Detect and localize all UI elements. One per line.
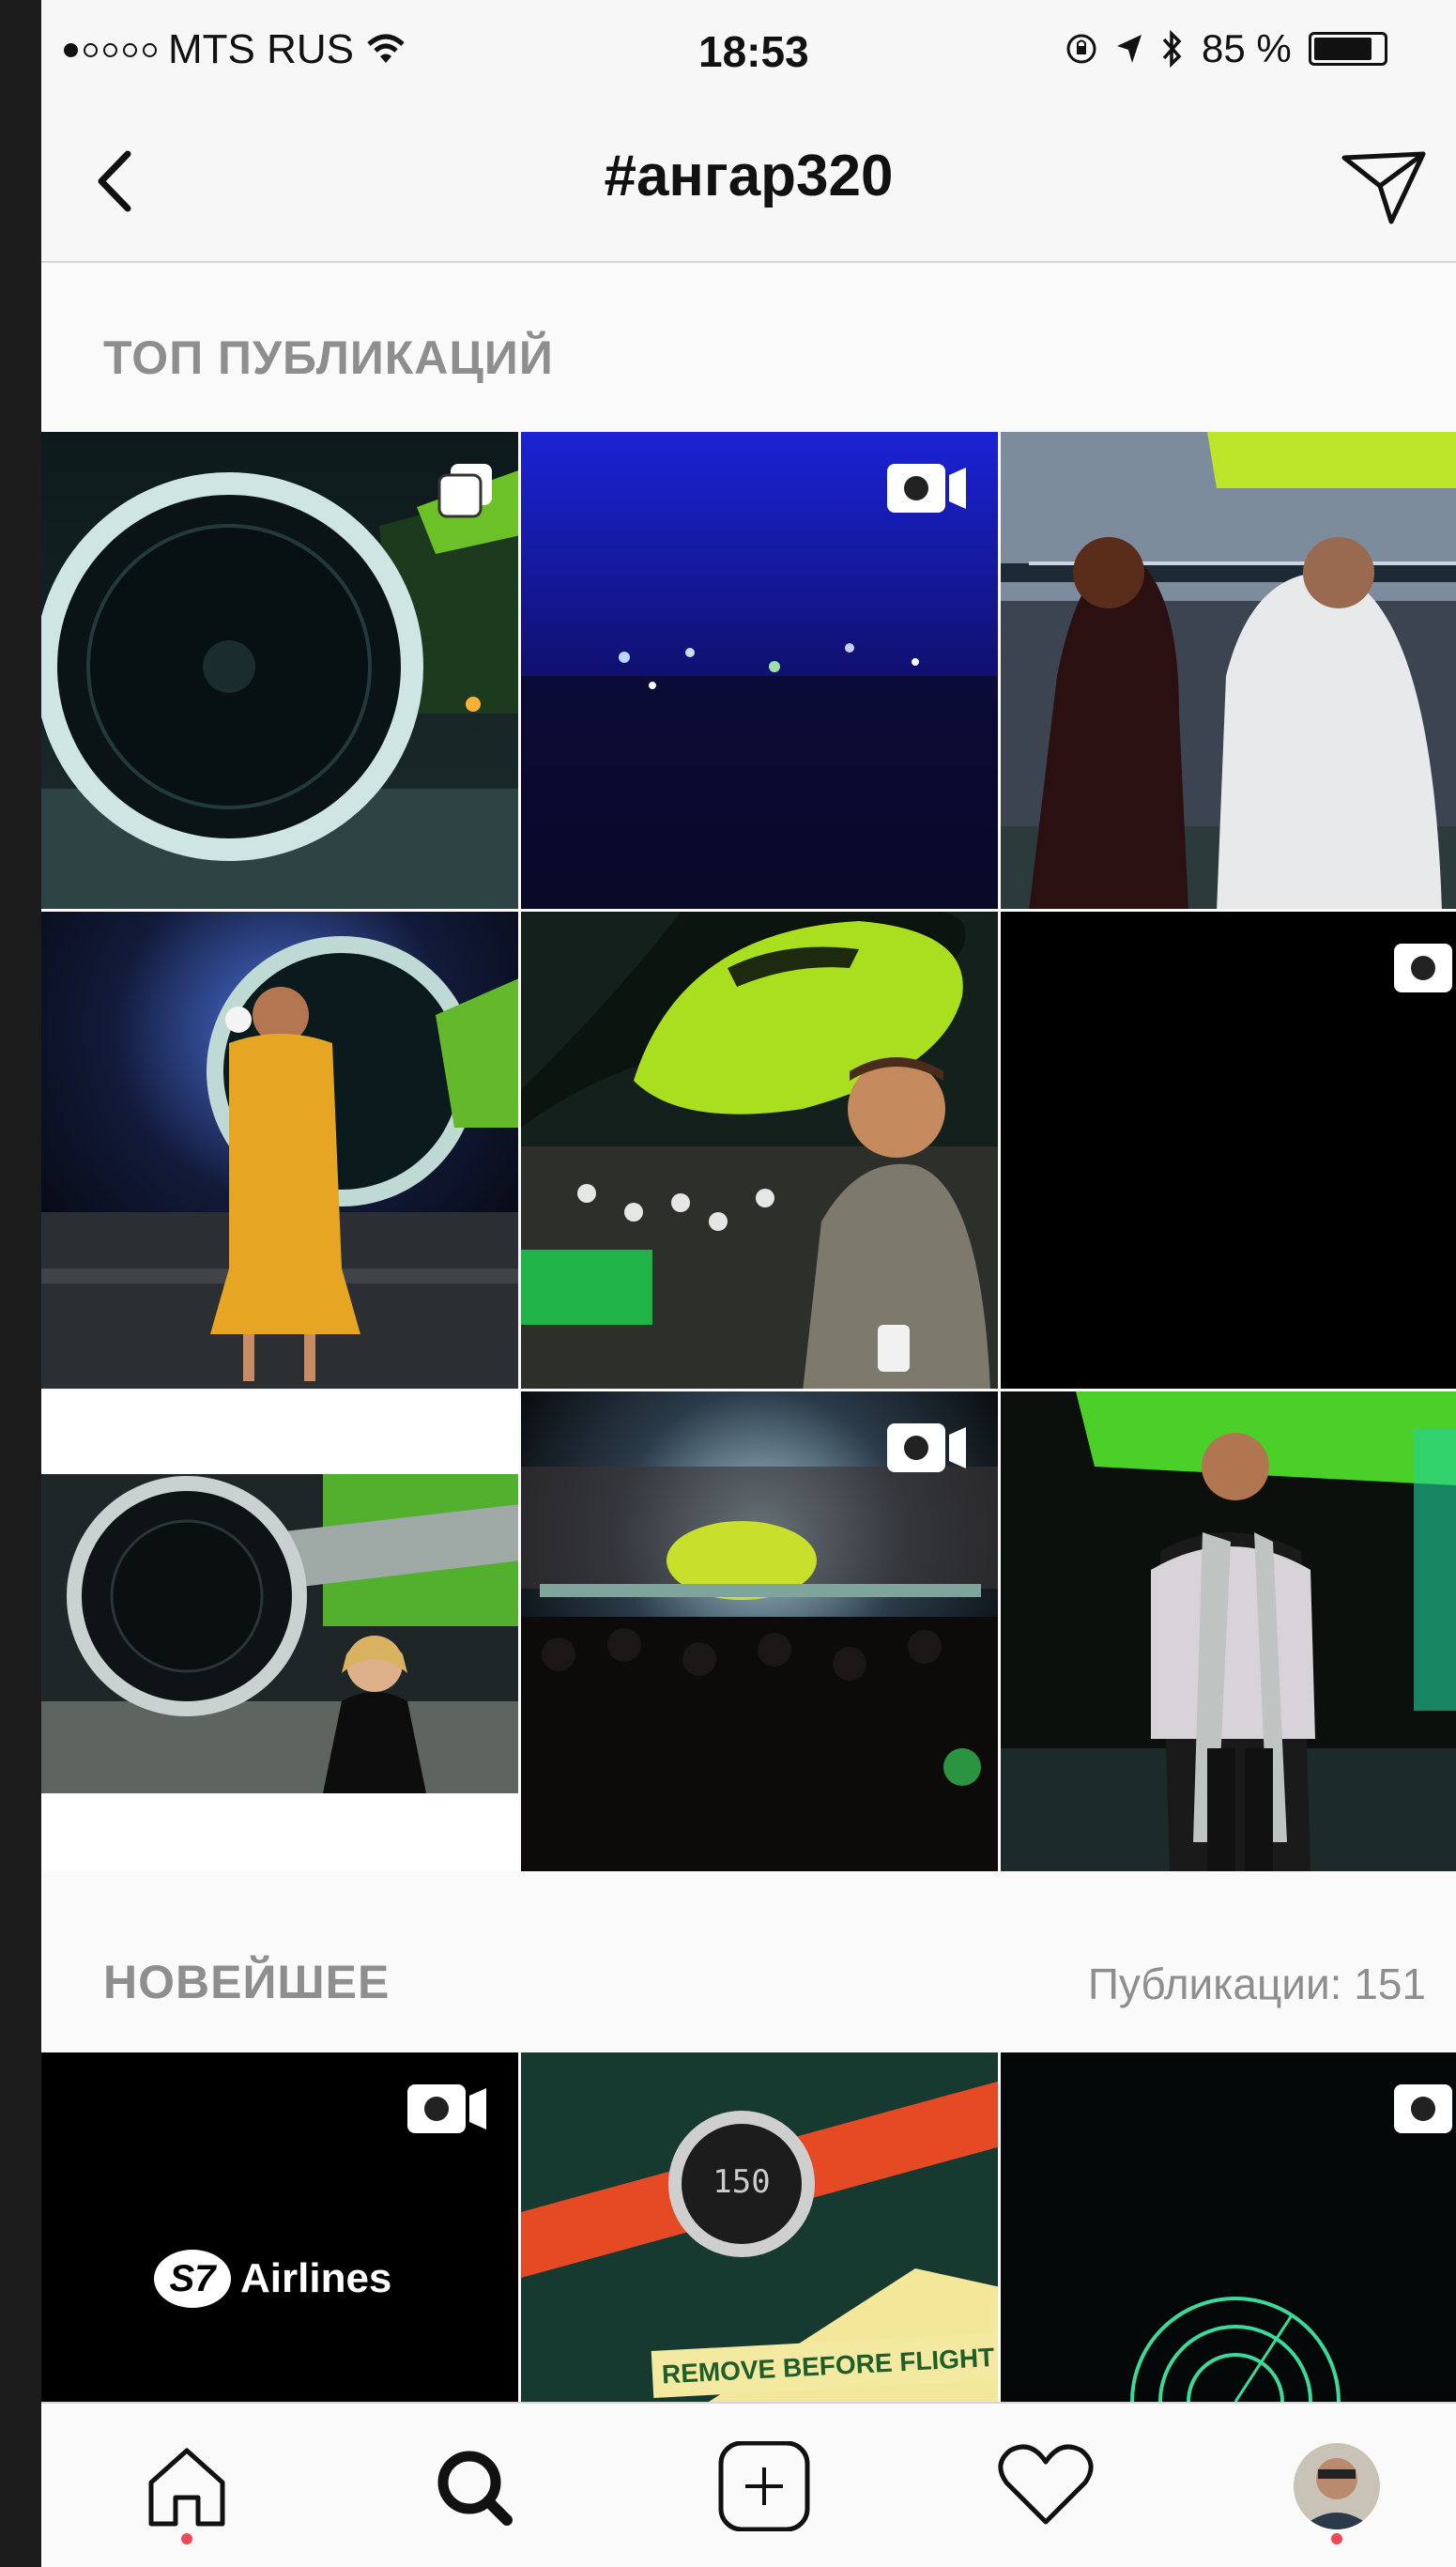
s7-logo-text: Airlines: [240, 2255, 392, 2301]
post-count: Публикации: 151: [1087, 1960, 1426, 2008]
tab-profile[interactable]: [1280, 2441, 1393, 2544]
wifi-icon: [367, 34, 405, 63]
notification-dot: [1331, 2533, 1342, 2544]
post-thumbnail[interactable]: [1001, 1391, 1456, 1871]
watch-display: 150: [713, 2163, 771, 2201]
orientation-lock-icon: [1066, 34, 1096, 64]
screen: MTS RUS 18:53 85 % #ангар320 ТОП ПУБЛИКА…: [41, 0, 1456, 2567]
page-title: #ангар320: [604, 144, 894, 208]
video-camera-icon: [1394, 944, 1452, 992]
tab-home[interactable]: [130, 2441, 243, 2544]
video-camera-icon: [887, 464, 966, 513]
post-thumbnail[interactable]: S7 Airlines: [41, 2052, 521, 2402]
search-icon: [437, 2451, 513, 2526]
recent-posts-grid: S7 Airlines 150 REMOVE BEFORE FLIGHT: [41, 2052, 1456, 2402]
profile-avatar: [1294, 2443, 1380, 2529]
post-thumbnail[interactable]: [1001, 2052, 1456, 2402]
post-thumbnail[interactable]: [41, 432, 521, 912]
carrier-group: MTS RUS: [64, 26, 406, 73]
battery-level: [1313, 38, 1372, 60]
section-title-recent: НОВЕЙШЕЕ: [103, 1956, 391, 2008]
tab-bar: [41, 2402, 1456, 2567]
post-image-couple: [1001, 432, 1456, 909]
signal-strength-icon: [64, 42, 157, 57]
post-thumbnail[interactable]: [41, 912, 521, 1391]
post-thumbnail[interactable]: [521, 912, 1001, 1391]
post-thumbnail[interactable]: [41, 1391, 521, 1871]
s7-logo: S7 Airlines: [154, 2250, 391, 2308]
post-image-black: [1001, 912, 1456, 1389]
post-thumbnail[interactable]: [521, 1391, 1001, 1871]
post-thumbnail[interactable]: [521, 432, 1001, 912]
battery-percent: 85 %: [1202, 26, 1292, 70]
post-thumbnail[interactable]: [1001, 912, 1456, 1391]
status-bar: MTS RUS 18:53 85 %: [41, 0, 1456, 105]
location-icon: [1117, 35, 1142, 63]
tab-new-post[interactable]: [708, 2440, 820, 2544]
section-title-top: ТОП ПУБЛИКАЦИЙ: [103, 331, 554, 384]
video-camera-icon: [1394, 2084, 1452, 2133]
video-camera-icon: [407, 2084, 486, 2133]
top-posts-grid: [41, 432, 1456, 1871]
post-image-radar: [1001, 2052, 1456, 2402]
status-right: 85 %: [1065, 26, 1387, 71]
tab-activity[interactable]: [989, 2441, 1102, 2544]
video-camera-icon: [887, 1423, 966, 1472]
send-icon[interactable]: [1337, 137, 1431, 231]
tab-search[interactable]: [417, 2441, 529, 2544]
post-thumbnail[interactable]: [1001, 432, 1456, 912]
post-image-green-plane: [521, 912, 998, 1389]
post-image-engine-woman: [41, 1391, 518, 1871]
notification-dot: [181, 2533, 192, 2544]
post-image-yellow-dress: [41, 912, 518, 1389]
nav-bar: #ангар320: [41, 105, 1456, 263]
clock: 18:53: [698, 27, 809, 76]
add-post-icon: [718, 2440, 810, 2532]
home-icon: [148, 2448, 225, 2527]
bluetooth-icon: [1162, 30, 1182, 68]
battery-icon: [1308, 32, 1387, 66]
post-image-scarf-man: [1001, 1391, 1456, 1871]
s7-logo-mark: S7: [154, 2250, 231, 2308]
album-icon: [437, 464, 492, 518]
post-thumbnail[interactable]: 150 REMOVE BEFORE FLIGHT: [521, 2052, 1001, 2402]
carrier-name: MTS RUS: [168, 26, 354, 72]
heart-icon: [998, 2444, 1094, 2525]
